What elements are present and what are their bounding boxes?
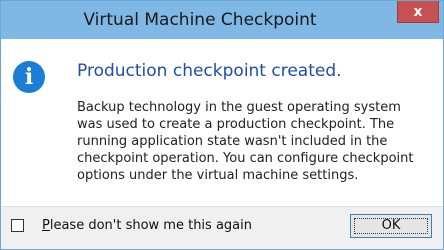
close-icon: x [413,3,423,20]
dont-show-again-option[interactable]: Please don't show me this again [11,218,252,233]
dialog-footer: Please don't show me this again OK [1,206,443,249]
ok-button[interactable]: OK [350,214,432,238]
info-icon: i [13,61,45,93]
message-heading: Production checkpoint created. [77,61,342,81]
dont-show-again-checkbox[interactable] [11,219,24,232]
dialog-window: Virtual Machine Checkpoint x i Productio… [0,0,444,250]
message-body: Backup technology in the guest operating… [77,100,414,183]
close-button[interactable]: x [397,1,439,23]
dialog-content: i Production checkpoint created. Backup … [1,39,443,194]
title-bar[interactable]: Virtual Machine Checkpoint x [1,1,443,39]
dont-show-again-label: Please don't show me this again [42,218,252,233]
window-title: Virtual Machine Checkpoint [83,10,317,30]
